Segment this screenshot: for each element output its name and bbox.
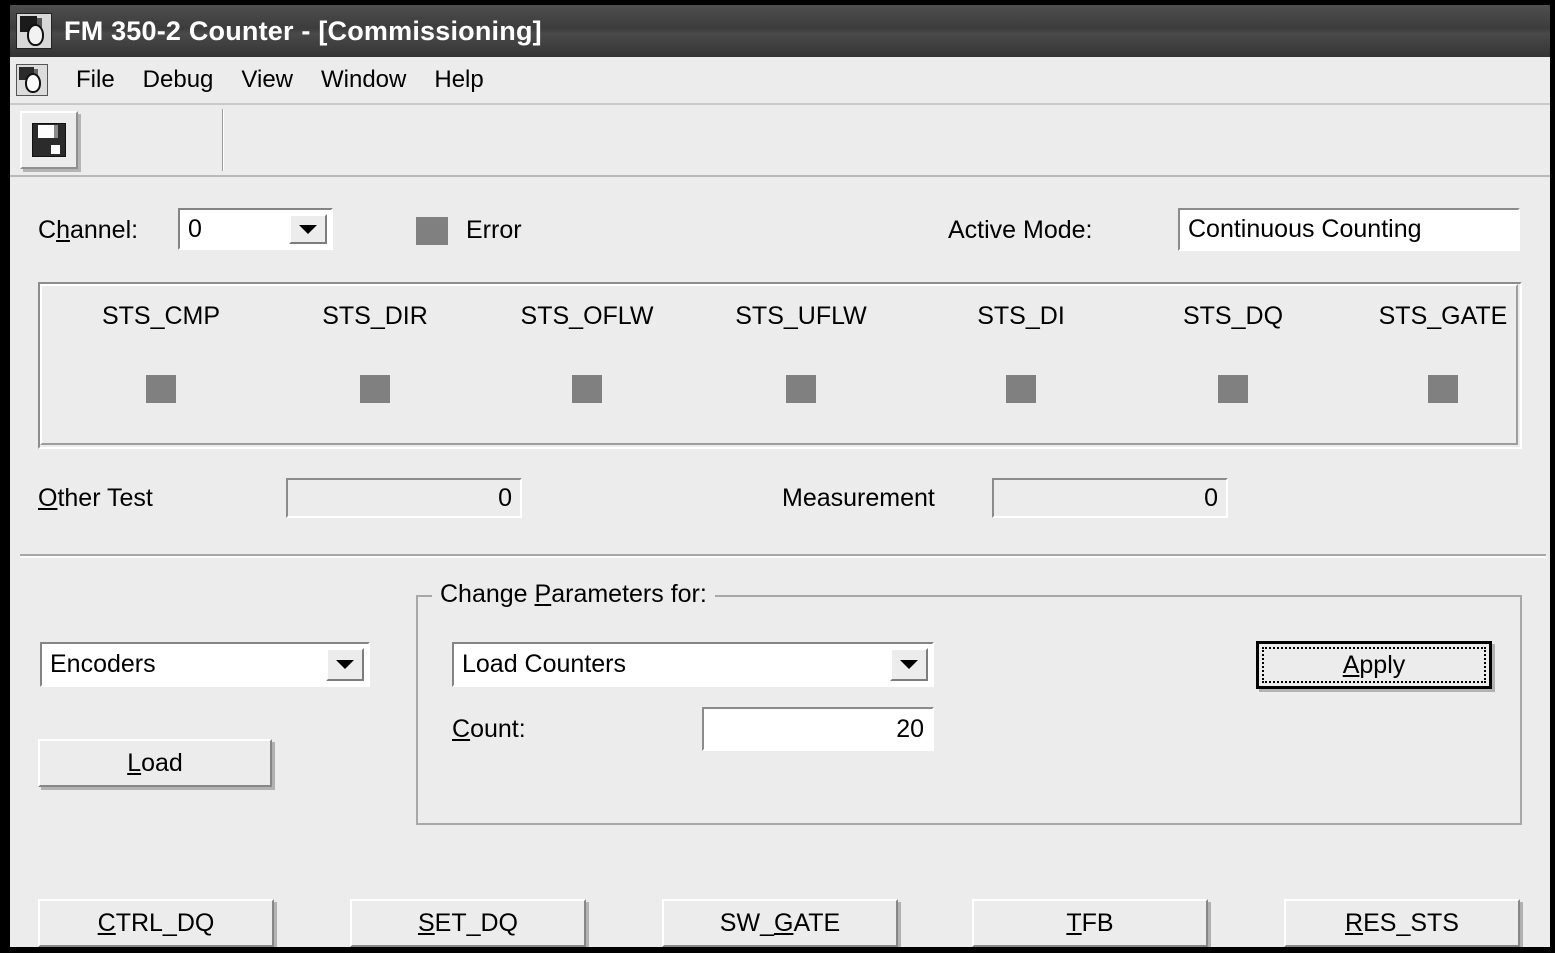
save-button[interactable] — [20, 111, 78, 169]
status-item-sts-uflw: STS_UFLW — [706, 302, 896, 403]
status-indicator-group: STS_CMP STS_DIR STS_OFLW STS_UFLW STS_DI… — [38, 282, 1522, 449]
other-test-value: 0 — [288, 484, 520, 513]
toolbar — [10, 105, 1550, 177]
active-mode-value-field: Continuous Counting — [1178, 208, 1520, 251]
count-input[interactable]: 20 — [702, 707, 934, 751]
change-parameters-group-title: Change Parameters for: — [432, 580, 715, 609]
status-item-sts-dq: STS_DQ — [1138, 302, 1328, 403]
measurement-value-field: 0 — [992, 478, 1228, 518]
error-led-indicator — [416, 217, 448, 245]
apply-button[interactable]: Apply — [1256, 641, 1492, 689]
menu-item-window[interactable]: Window — [307, 64, 420, 96]
measurement-value: 0 — [994, 484, 1226, 513]
parameter-select-value: Load Counters — [454, 650, 890, 679]
status-label-sts-uflw: STS_UFLW — [735, 302, 867, 330]
function-select-value: Encoders — [42, 650, 326, 679]
active-mode-value: Continuous Counting — [1180, 215, 1518, 244]
load-button-label: Load — [127, 749, 183, 778]
menu-item-file[interactable]: File — [62, 64, 129, 96]
status-label-sts-gate: STS_GATE — [1379, 302, 1508, 330]
status-item-sts-di: STS_DI — [926, 302, 1116, 403]
toolbar-separator — [222, 109, 224, 171]
tfb-button[interactable]: TFB — [972, 899, 1208, 947]
res-sts-button-label: RES_STS — [1345, 909, 1459, 938]
set-dq-button-label: SET_DQ — [418, 909, 518, 938]
status-led-sts-uflw — [786, 375, 816, 403]
chevron-down-icon[interactable] — [890, 648, 928, 681]
window-title: FM 350-2 Counter - [Commissioning] — [64, 16, 542, 47]
section-divider — [20, 554, 1546, 558]
ctrl-dq-button[interactable]: CTRL_DQ — [38, 899, 274, 947]
status-led-sts-gate — [1428, 375, 1458, 403]
status-led-sts-dq — [1218, 375, 1248, 403]
count-input-value: 20 — [704, 715, 932, 744]
ctrl-dq-button-label: CTRL_DQ — [98, 909, 215, 938]
status-label-sts-dir: STS_DIR — [322, 302, 428, 330]
save-floppy-icon — [32, 123, 66, 157]
menu-bar: File Debug View Window Help — [10, 57, 1550, 105]
active-mode-label: Active Mode: — [948, 216, 1093, 245]
res-sts-button[interactable]: RES_STS — [1284, 899, 1520, 947]
count-label: Count: — [452, 715, 526, 744]
status-item-sts-cmp: STS_CMP — [66, 302, 256, 403]
other-test-label: Other Test — [38, 484, 153, 513]
parameter-select[interactable]: Load Counters — [452, 642, 934, 687]
status-led-sts-oflw — [572, 375, 602, 403]
chevron-down-icon[interactable] — [289, 214, 327, 244]
fm350-app-icon — [16, 13, 52, 49]
status-item-sts-oflw: STS_OFLW — [492, 302, 682, 403]
error-label: Error — [466, 216, 522, 245]
other-test-value-field: 0 — [286, 478, 522, 518]
channel-select[interactable]: 0 — [178, 208, 333, 250]
window-titlebar: FM 350-2 Counter - [Commissioning] — [10, 5, 1550, 57]
chevron-down-icon[interactable] — [326, 648, 364, 681]
channel-label: Channel: — [38, 216, 138, 245]
change-parameters-group: Change Parameters for: — [416, 595, 1522, 825]
menu-item-view[interactable]: View — [227, 64, 307, 96]
status-label-sts-oflw: STS_OFLW — [521, 302, 654, 330]
measurement-label: Measurement — [782, 484, 935, 513]
status-label-sts-di: STS_DI — [977, 302, 1065, 330]
window-title-main: FM 350-2 Counter — [64, 16, 294, 46]
set-dq-button[interactable]: SET_DQ — [350, 899, 586, 947]
mdi-child-system-icon[interactable] — [16, 64, 48, 96]
apply-button-label: Apply — [1343, 651, 1406, 680]
sw-gate-button-label: SW_GATE — [720, 909, 840, 938]
status-item-sts-gate: STS_GATE — [1348, 302, 1538, 403]
status-led-sts-cmp — [146, 375, 176, 403]
status-item-sts-dir: STS_DIR — [280, 302, 470, 403]
status-label-sts-cmp: STS_CMP — [102, 302, 220, 330]
tfb-button-label: TFB — [1066, 909, 1113, 938]
menu-item-debug[interactable]: Debug — [129, 64, 228, 96]
window-title-document: [Commissioning] — [318, 16, 542, 46]
function-select[interactable]: Encoders — [40, 642, 370, 687]
menu-item-help[interactable]: Help — [420, 64, 497, 96]
sw-gate-button[interactable]: SW_GATE — [662, 899, 898, 947]
apply-button-focus-ring: Apply — [1262, 647, 1486, 683]
status-label-sts-dq: STS_DQ — [1183, 302, 1283, 330]
load-button[interactable]: Load — [38, 739, 272, 787]
channel-select-value: 0 — [180, 215, 289, 244]
status-led-sts-dir — [360, 375, 390, 403]
status-led-sts-di — [1006, 375, 1036, 403]
fm350-counter-window: FM 350-2 Counter - [Commissioning] File … — [0, 0, 1555, 953]
window-title-separator: - — [294, 16, 319, 46]
